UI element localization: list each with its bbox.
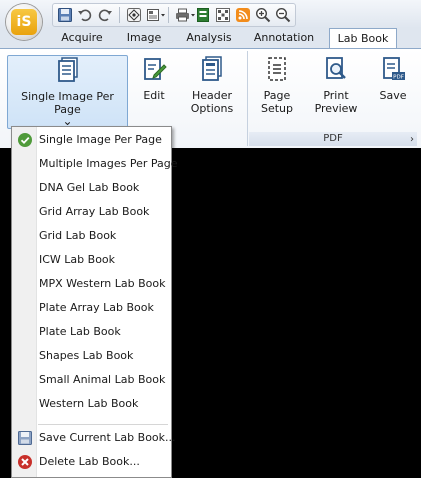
menu-item-grid-lab-book[interactable]: Grid Lab Book xyxy=(12,225,171,247)
toolbar-separator xyxy=(119,7,120,23)
tab-acquire[interactable]: Acquire xyxy=(52,28,112,48)
menu-item-save-current-lab-book[interactable]: Save Current Lab Book... xyxy=(12,427,176,449)
tab-analysis[interactable]: Analysis xyxy=(178,28,240,48)
menu-item-label: Small Animal Lab Book xyxy=(39,373,166,386)
menu-item-label: Plate Array Lab Book xyxy=(39,301,154,314)
print-preview-label-line1: Print xyxy=(323,89,349,102)
pdf-group-launcher-icon[interactable]: › xyxy=(410,134,414,145)
menu-item-label: DNA Gel Lab Book xyxy=(39,181,140,194)
redo-icon[interactable] xyxy=(97,7,113,23)
menu-item-label: Single Image Per Page xyxy=(39,133,162,146)
menu-item-plate-lab-book[interactable]: Plate Lab Book xyxy=(12,321,171,343)
single-image-per-page-label: Single Image Per Page xyxy=(21,90,114,116)
tab-annotation[interactable]: Annotation xyxy=(248,28,320,48)
menu-item-label: MPX Western Lab Book xyxy=(39,277,166,290)
edit-button[interactable]: Edit xyxy=(134,55,174,127)
application-menu-button[interactable]: iS xyxy=(6,4,42,40)
menu-item-delete-lab-book[interactable]: Delete Lab Book... xyxy=(12,451,171,473)
menu-item-label: Plate Lab Book xyxy=(39,325,121,338)
menu-separator xyxy=(38,424,168,425)
page-setup-button[interactable]: Page Setup xyxy=(255,55,299,127)
export-icon[interactable] xyxy=(195,7,211,23)
menu-item-label: Western Lab Book xyxy=(39,397,139,410)
menu-item-label: Save Current Lab Book... xyxy=(39,431,176,444)
header-document-icon xyxy=(202,56,222,81)
save-icon xyxy=(17,430,33,446)
print-icon[interactable] xyxy=(175,7,195,23)
grid-icon[interactable] xyxy=(215,7,231,23)
page-setup-label-line1: Page xyxy=(263,89,291,102)
tab-image[interactable]: Image xyxy=(116,28,172,48)
tab-lab-book[interactable]: Lab Book xyxy=(329,28,397,50)
menu-item-label: Grid Array Lab Book xyxy=(39,205,150,218)
document-pages-icon xyxy=(57,57,78,82)
quick-access-toolbar xyxy=(52,3,296,27)
print-preview-label-line2: Preview xyxy=(314,102,358,115)
page-setup-icon xyxy=(268,57,286,81)
menu-item-western-lab-book[interactable]: Western Lab Book xyxy=(12,393,171,415)
menu-item-dna-gel-lab-book[interactable]: DNA Gel Lab Book xyxy=(12,177,171,199)
header-options-button[interactable]: Header Options xyxy=(184,55,240,127)
ribbon-tab-bar: Acquire Image Analysis Annotation Lab Bo… xyxy=(0,28,421,50)
zoom-in-icon[interactable] xyxy=(255,7,271,23)
header-options-label-line2: Options xyxy=(190,102,234,115)
undo-icon[interactable] xyxy=(77,7,93,23)
menu-item-single-image-per-page[interactable]: Single Image Per Page xyxy=(12,129,171,151)
menu-item-shapes-lab-book[interactable]: Shapes Lab Book xyxy=(12,345,171,367)
header-options-label-line1: Header xyxy=(191,89,233,102)
zoom-out-icon[interactable] xyxy=(275,7,291,23)
pdf-badge: PDF xyxy=(393,74,404,80)
layout-icon[interactable] xyxy=(146,7,165,23)
menu-item-multiple-images-per-page[interactable]: Multiple Images Per Page xyxy=(12,153,178,175)
edit-document-icon xyxy=(144,58,167,80)
chevron-down-icon: ⌄ xyxy=(62,114,73,128)
menu-item-label: ICW Lab Book xyxy=(39,253,116,266)
menu-item-mpx-western-lab-book[interactable]: MPX Western Lab Book xyxy=(12,273,171,295)
menu-item-label: Multiple Images Per Page xyxy=(39,157,178,170)
toolbar-separator xyxy=(168,7,169,23)
rss-icon[interactable] xyxy=(235,7,251,23)
save-pdf-icon: PDF xyxy=(383,57,405,80)
single-image-per-page-button[interactable]: Single Image Per Page ⌄ xyxy=(7,55,128,129)
save-pdf-button[interactable]: PDF Save xyxy=(373,55,413,127)
check-icon xyxy=(17,132,33,148)
menu-item-label: Grid Lab Book xyxy=(39,229,117,242)
save-label: Save xyxy=(379,89,407,102)
menu-item-icw-lab-book[interactable]: ICW Lab Book xyxy=(12,249,171,271)
pdf-group-label: PDF xyxy=(249,132,417,146)
menu-item-small-animal-lab-book[interactable]: Small Animal Lab Book xyxy=(12,369,171,391)
delete-icon xyxy=(17,454,33,470)
capture-icon[interactable] xyxy=(126,7,142,23)
print-preview-button[interactable]: Print Preview xyxy=(311,55,361,127)
save-icon[interactable] xyxy=(57,7,73,23)
menu-item-grid-array-lab-book[interactable]: Grid Array Lab Book xyxy=(12,201,171,223)
page-setup-label-line2: Setup xyxy=(260,102,294,115)
lab-book-dropdown-menu: Single Image Per Page Multiple Images Pe… xyxy=(11,126,178,478)
menu-item-plate-array-lab-book[interactable]: Plate Array Lab Book xyxy=(12,297,171,319)
print-preview-icon xyxy=(326,57,346,79)
pdf-group: Page Setup Print Preview PDF Save PDF › xyxy=(249,51,417,146)
menu-item-label: Shapes Lab Book xyxy=(39,349,134,362)
app-logo: iS xyxy=(11,9,37,35)
menu-item-label: Delete Lab Book... xyxy=(39,455,140,468)
edit-label: Edit xyxy=(143,89,165,102)
